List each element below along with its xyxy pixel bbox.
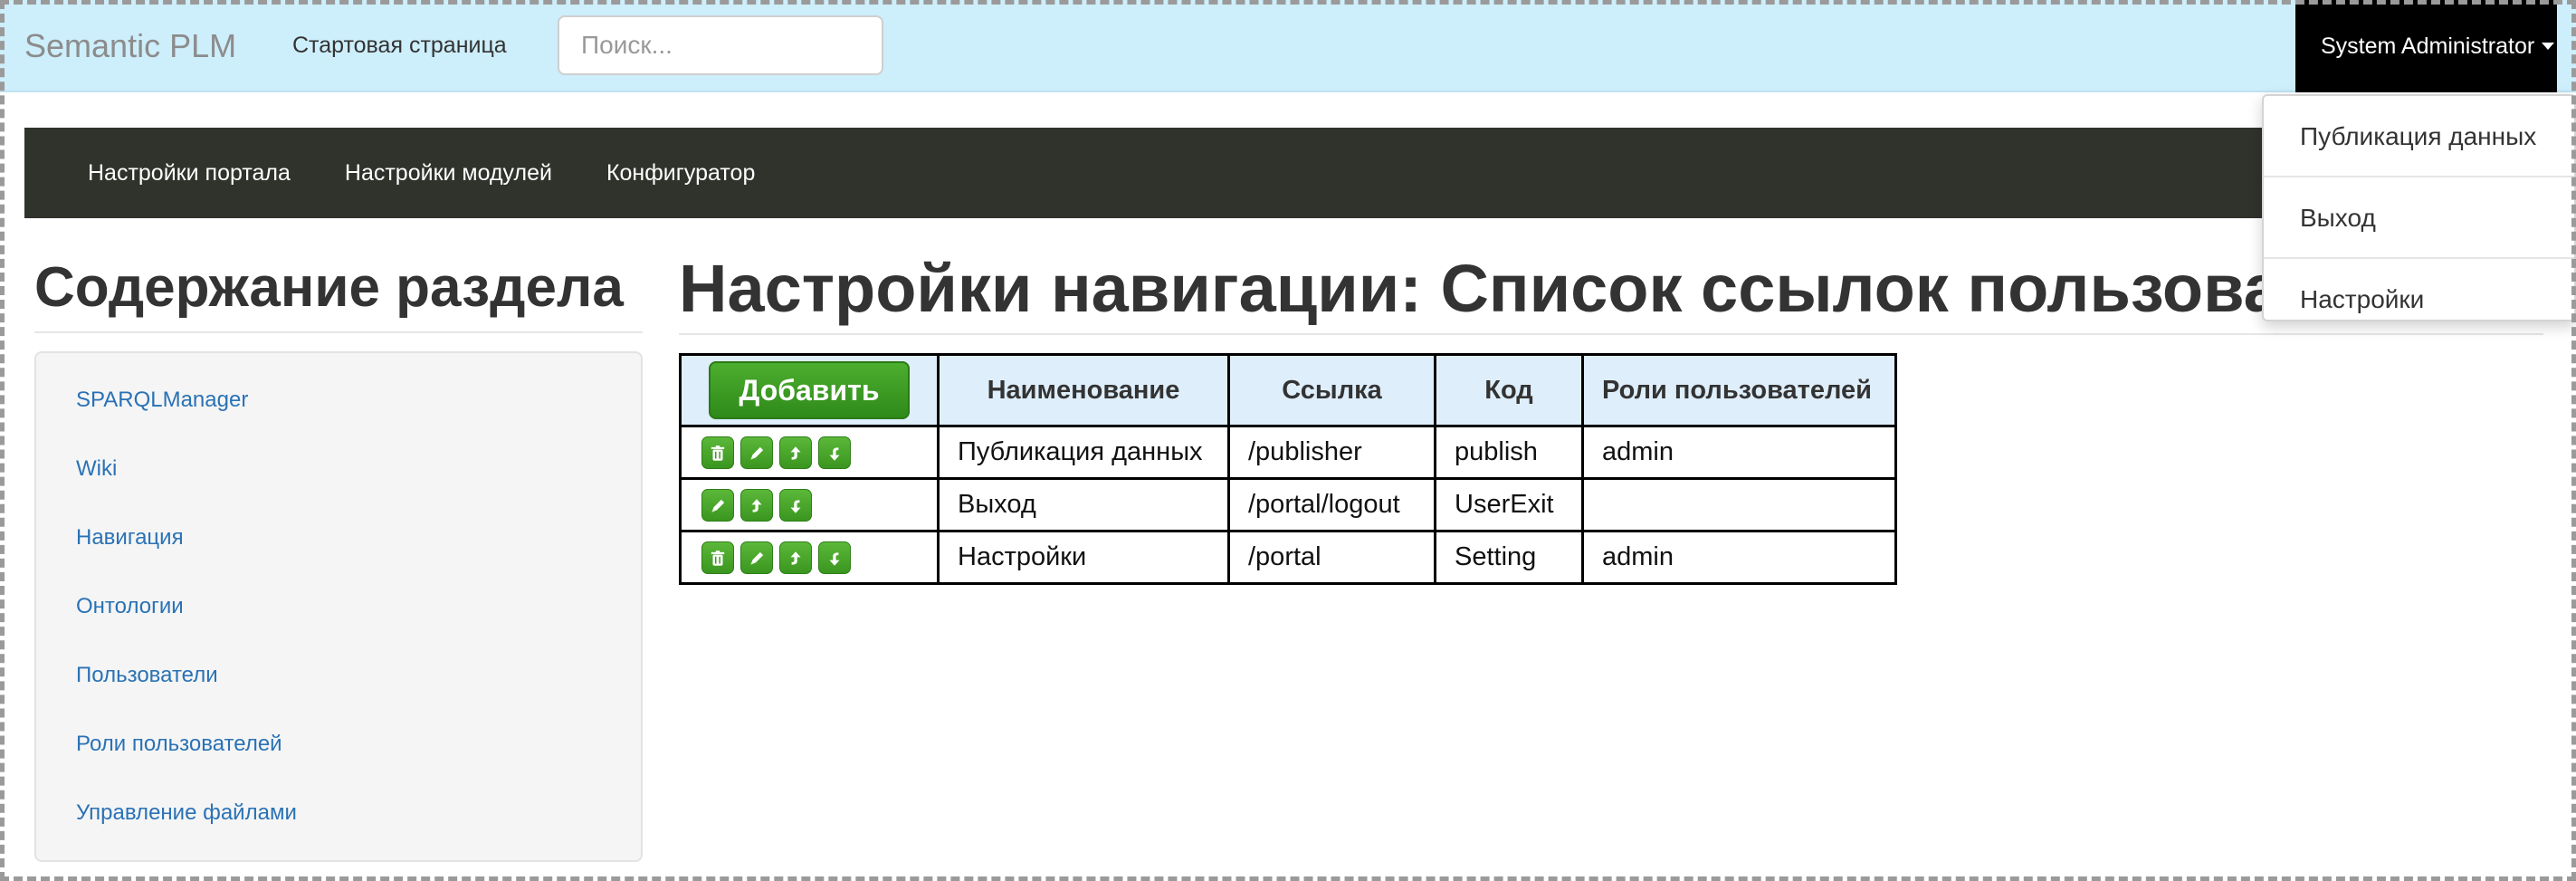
sidebar-item-wiki[interactable]: Wiki (36, 435, 641, 503)
cell-code: Setting (1434, 530, 1584, 585)
move-down-icon[interactable] (818, 436, 851, 469)
column-header-code: Код (1434, 353, 1584, 427)
actions-header: Добавить (679, 353, 940, 427)
search-input[interactable] (558, 15, 883, 75)
move-down-icon[interactable] (779, 488, 812, 522)
sidebar-title: Содержание раздела (34, 256, 624, 319)
sidebar-item-navigation[interactable]: Навигация (36, 503, 641, 572)
secondary-navbar: Настройки портала Настройки модулей Конф… (24, 128, 2559, 218)
edit-icon[interactable] (701, 488, 734, 522)
cell-name: Выход (937, 477, 1230, 532)
sidebar-panel: SPARQLManager Wiki Навигация Онтологии П… (34, 351, 643, 862)
trash-icon[interactable] (701, 436, 734, 469)
column-header-link: Ссылка (1227, 353, 1436, 427)
cell-link: /publisher (1227, 425, 1436, 480)
column-header-name: Наименование (937, 353, 1230, 427)
sidebar-item-file-management[interactable]: Управление файлами (36, 779, 641, 847)
user-name: System Administrator (2321, 33, 2535, 59)
cell-code: publish (1434, 425, 1584, 480)
nav-portal-settings[interactable]: Настройки портала (88, 160, 291, 187)
page-title: Настройки навигации: Список ссылок польз… (679, 251, 2314, 326)
row-actions (679, 530, 940, 585)
row-actions (679, 425, 940, 480)
edit-icon[interactable] (740, 436, 773, 469)
cell-name: Публикация данных (937, 425, 1230, 480)
caret-down-icon (2542, 43, 2555, 50)
column-header-roles: Роли пользователей (1581, 353, 1897, 427)
move-up-icon[interactable] (740, 488, 773, 522)
cell-roles (1581, 477, 1897, 532)
sidebar-item-user-roles[interactable]: Роли пользователей (36, 710, 641, 779)
menu-item-logout[interactable]: Выход (2264, 177, 2574, 259)
nav-module-settings[interactable]: Настройки модулей (345, 160, 552, 187)
add-button[interactable]: Добавить (709, 361, 910, 419)
table-row: Публикация данных/publisher publish admin (679, 425, 1897, 480)
menu-item-publish[interactable]: Публикация данных (2264, 96, 2574, 177)
table-row: Выход/portal/logout UserExit (679, 477, 1897, 532)
cell-roles: admin (1581, 530, 1897, 585)
sidebar-item-ontologies[interactable]: Онтологии (36, 572, 641, 641)
menu-item-settings[interactable]: Настройки (2264, 259, 2574, 340)
table-row: Настройки/portal Setting admin (679, 530, 1897, 585)
cell-link: /portal (1227, 530, 1436, 585)
navigation-links-table: Добавить Наименование Ссылка Код Роли по… (679, 353, 1897, 585)
cell-link: /portal/logout (1227, 477, 1436, 532)
user-menu-button[interactable]: System Administrator (2295, 0, 2557, 92)
edit-icon[interactable] (740, 541, 773, 574)
move-down-icon[interactable] (818, 541, 851, 574)
cell-name: Настройки (937, 530, 1230, 585)
sidebar-item-users[interactable]: Пользователи (36, 641, 641, 710)
cell-roles: admin (1581, 425, 1897, 480)
brand-logo[interactable]: Semantic PLM (24, 27, 236, 65)
user-dropdown-menu: Публикация данных Выход Настройки (2262, 94, 2576, 321)
home-link[interactable]: Стартовая страница (292, 33, 507, 59)
sidebar-item-sparqlmanager[interactable]: SPARQLManager (36, 366, 641, 435)
nav-configurator[interactable]: Конфигуратор (606, 160, 755, 187)
trash-icon[interactable] (701, 541, 734, 574)
cell-code: UserExit (1434, 477, 1584, 532)
move-up-icon[interactable] (779, 436, 812, 469)
sidebar-divider (34, 331, 643, 333)
move-up-icon[interactable] (779, 541, 812, 574)
table-header-row: Добавить Наименование Ссылка Код Роли по… (679, 353, 1897, 427)
row-actions (679, 477, 940, 532)
top-navbar: Semantic PLM Стартовая страница System A… (0, 0, 2576, 92)
